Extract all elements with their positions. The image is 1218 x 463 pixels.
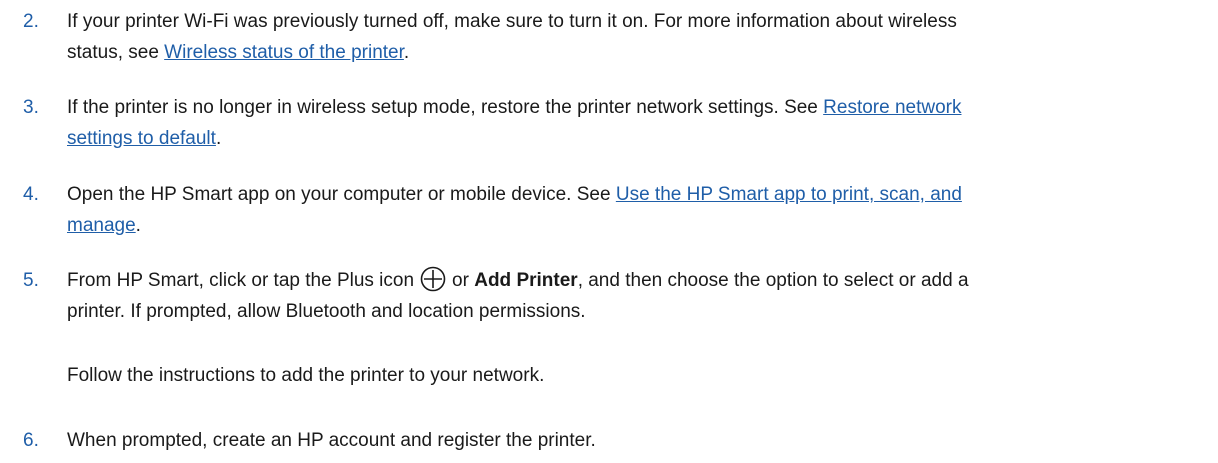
step-line: When prompted, create an HP account and … xyxy=(67,430,596,451)
step-line: manage. xyxy=(67,210,1204,241)
step-line: status, see Wireless status of the print… xyxy=(67,37,1204,68)
step-text: If your printer Wi-Fi was previously tur… xyxy=(67,6,1204,68)
link-restore-network-settings[interactable]: Restore network xyxy=(823,97,961,118)
step-line: settings to default. xyxy=(67,123,1204,154)
step-number: 5. xyxy=(23,270,39,291)
step-number: 2. xyxy=(23,11,39,32)
link-use-hp-smart-app[interactable]: Use the HP Smart app to print, scan, and xyxy=(616,184,962,205)
step-number: 3. xyxy=(23,97,39,118)
step-text-segment: , and then choose the option to select o… xyxy=(577,270,969,291)
link-wireless-status[interactable]: Wireless status of the printer xyxy=(164,42,404,63)
step-text-segment: or xyxy=(452,270,475,291)
step-text-segment: . xyxy=(215,128,222,149)
step-text-segment: If the printer is no longer in wireless … xyxy=(67,97,824,118)
step-number: 6. xyxy=(23,430,39,451)
link-use-hp-smart-app-cont[interactable]: manage xyxy=(67,215,136,236)
step-line: If your printer Wi-Fi was previously tur… xyxy=(67,11,957,32)
step-text: When prompted, create an HP account and … xyxy=(67,425,1204,456)
step-text: Open the HP Smart app on your computer o… xyxy=(67,179,1204,241)
step-text-segment: . xyxy=(403,42,410,63)
step-text-segment: Open the HP Smart app on your computer o… xyxy=(67,184,616,205)
step-text-segment: From HP Smart, click or tap the Plus ico… xyxy=(67,270,415,291)
link-restore-network-settings-cont[interactable]: settings to default xyxy=(67,128,216,149)
step-line: Open the HP Smart app on your computer o… xyxy=(67,179,1204,210)
step-line: printer. If prompted, allow Bluetooth an… xyxy=(67,301,586,322)
step-number: 4. xyxy=(23,184,39,205)
step-text-segment: status, see xyxy=(67,42,165,63)
plus-circle-icon xyxy=(420,266,446,292)
step-line: From HP Smart, click or tap the Plus ico… xyxy=(67,265,1204,296)
step-5-note: Follow the instructions to add the print… xyxy=(67,365,545,386)
step-line: If the printer is no longer in wireless … xyxy=(67,92,1204,123)
step-text: From HP Smart, click or tap the Plus ico… xyxy=(67,265,1204,327)
step-text-segment: . xyxy=(135,215,141,236)
add-printer-label: Add Printer xyxy=(474,270,578,291)
step-text: If the printer is no longer in wireless … xyxy=(67,92,1204,154)
instruction-steps: 2. If your printer Wi-Fi was previously … xyxy=(0,0,1218,463)
